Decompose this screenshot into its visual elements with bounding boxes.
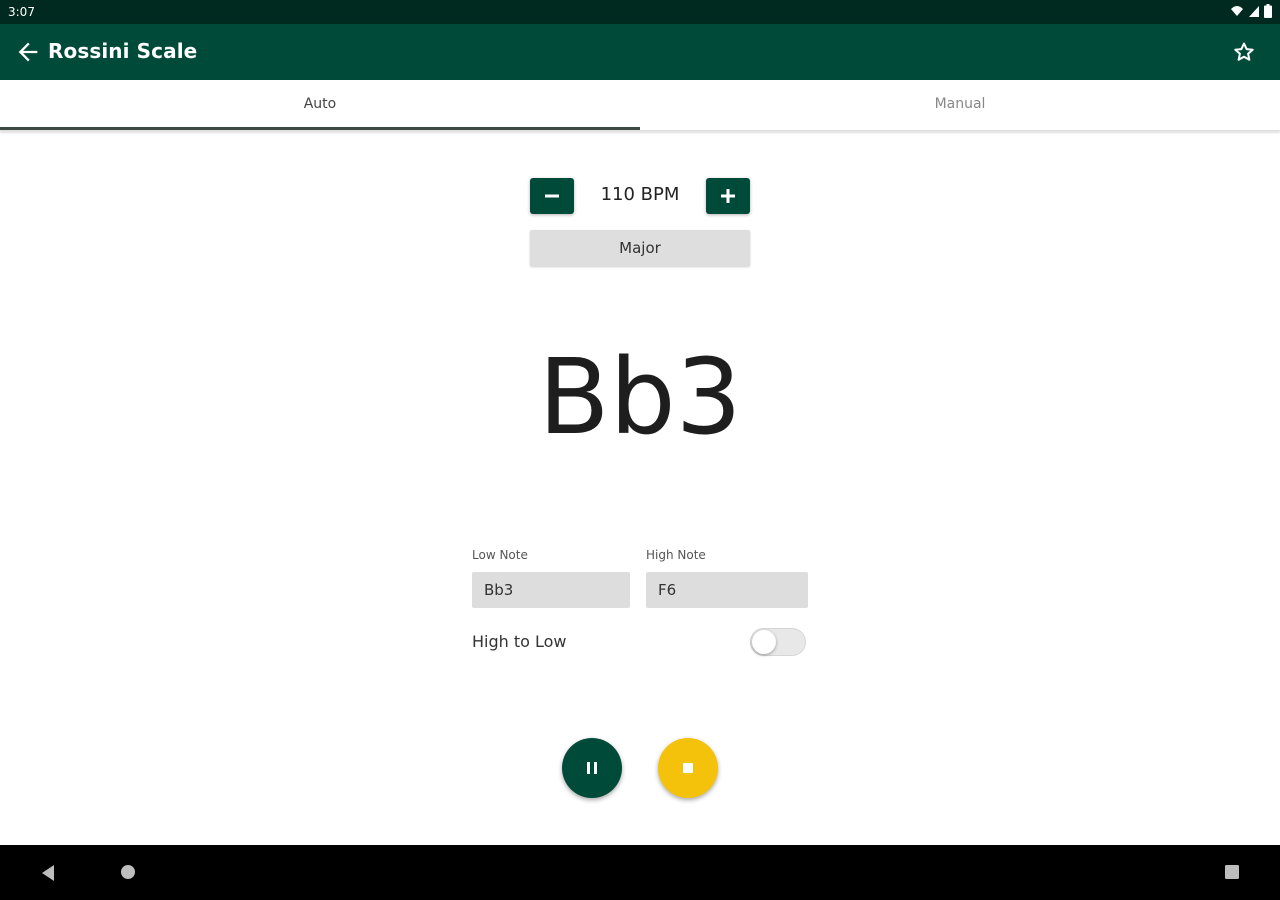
nav-home-icon xyxy=(121,865,135,879)
arrow-left-icon xyxy=(18,42,38,62)
nav-home-button[interactable] xyxy=(120,864,136,880)
direction-label: High to Low xyxy=(472,632,567,651)
signal-icon xyxy=(1249,6,1259,17)
tab-bar: Auto Manual xyxy=(0,80,1280,131)
star-icon xyxy=(1234,42,1254,61)
plus-icon xyxy=(721,189,735,203)
minus-icon xyxy=(545,194,559,198)
battery-icon xyxy=(1264,4,1272,18)
toggle-thumb xyxy=(752,630,776,654)
pause-button[interactable] xyxy=(562,738,622,798)
system-nav-bar xyxy=(0,845,1280,900)
pause-icon xyxy=(587,762,597,774)
status-bar: 3:07 xyxy=(0,0,1280,24)
high-note-label: High Note xyxy=(646,548,706,562)
nav-recents-icon xyxy=(1225,865,1239,879)
tab-manual[interactable]: Manual xyxy=(640,80,1280,130)
back-button[interactable] xyxy=(14,38,42,66)
high-note-field[interactable] xyxy=(646,572,808,608)
stop-button[interactable] xyxy=(658,738,718,798)
high-to-low-toggle[interactable] xyxy=(748,626,808,658)
status-icons xyxy=(1230,4,1272,18)
low-note-label: Low Note xyxy=(472,548,528,562)
nav-recents-button[interactable] xyxy=(1224,864,1240,880)
bpm-display: 110 BPM xyxy=(600,184,680,205)
status-time: 3:07 xyxy=(8,5,35,19)
nav-back-button[interactable] xyxy=(38,863,58,883)
wifi-icon xyxy=(1231,6,1243,16)
scale-selector[interactable]: Major xyxy=(530,230,750,266)
nav-back-icon xyxy=(42,865,54,881)
tab-auto[interactable]: Auto xyxy=(0,80,640,130)
stop-icon xyxy=(683,763,693,773)
favorite-button[interactable] xyxy=(1232,40,1256,64)
low-note-field[interactable] xyxy=(472,572,630,608)
current-note-display: Bb3 xyxy=(538,336,742,458)
app-bar: Rossini Scale xyxy=(0,24,1280,80)
bpm-increase-button[interactable] xyxy=(706,178,750,214)
bpm-decrease-button[interactable] xyxy=(530,178,574,214)
page-title: Rossini Scale xyxy=(48,39,198,63)
tab-indicator xyxy=(0,127,640,130)
